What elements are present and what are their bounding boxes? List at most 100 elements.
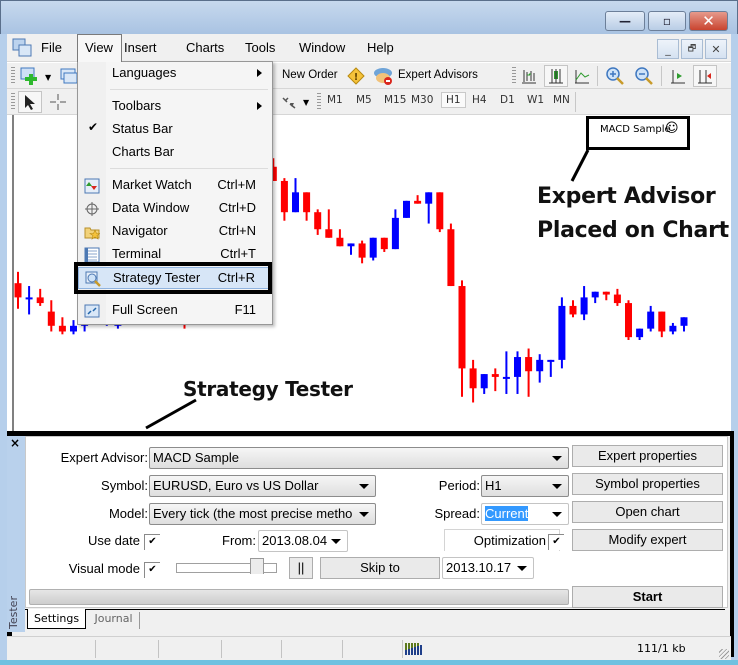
start-button[interactable]: Start: [572, 586, 723, 608]
optimization-checkbox[interactable]: ✔: [548, 534, 564, 550]
candle-bearish: [569, 305, 577, 315]
cursor-arrow-icon[interactable]: [18, 91, 42, 113]
tab-journal[interactable]: Journal: [88, 612, 140, 629]
menu-insert[interactable]: Insert: [124, 40, 157, 55]
menu-shortcut: Ctrl+D: [218, 200, 256, 215]
new-order-button[interactable]: New Order: [282, 69, 338, 81]
menu-item-full-screen[interactable]: Full Screen F11: [78, 300, 272, 322]
tab-settings[interactable]: Settings: [27, 609, 86, 629]
candle-bullish: [502, 376, 510, 379]
dropdown-arrow-icon[interactable]: ▼: [45, 73, 51, 82]
timeframe-w1[interactable]: W1: [527, 94, 544, 106]
menu-item-navigator[interactable]: Navigator Ctrl+N: [78, 221, 272, 243]
spread-value[interactable]: Current: [485, 506, 529, 521]
window-close-button[interactable]: ✕: [689, 11, 728, 31]
menu-item-label: Toolbars: [112, 98, 162, 113]
menu-tools[interactable]: Tools: [245, 40, 275, 55]
zoom-out-icon[interactable]: [634, 66, 654, 86]
mdi-close-button[interactable]: ✕: [705, 39, 727, 59]
menu-item-toolbars[interactable]: Toolbars: [78, 96, 272, 118]
menu-item-status-bar[interactable]: ✔ Status Bar: [78, 119, 272, 141]
candle-bearish: [602, 291, 610, 295]
timeframe-m5[interactable]: M5: [356, 94, 372, 106]
open-chart-button[interactable]: Open chart: [572, 501, 723, 523]
timeframe-m1[interactable]: M1: [327, 94, 343, 106]
submenu-arrow-icon: [257, 69, 262, 77]
menu-charts[interactable]: Charts: [186, 40, 224, 55]
menu-help[interactable]: Help: [367, 40, 394, 55]
menu-file[interactable]: File: [41, 40, 62, 55]
window-frame-left: [0, 34, 7, 665]
skip-to-button[interactable]: Skip to: [320, 557, 440, 579]
toolbar-grip[interactable]: [11, 67, 15, 85]
warning-icon[interactable]: !: [347, 67, 365, 85]
expert-properties-button[interactable]: Expert properties: [572, 445, 723, 467]
candle-bullish: [636, 328, 644, 338]
menu-view[interactable]: View: [77, 34, 122, 62]
modify-expert-button[interactable]: Modify expert: [572, 529, 723, 551]
tester-side-bar[interactable]: × Tester: [7, 436, 25, 632]
close-icon: ✕: [711, 42, 721, 56]
menu-item-market-watch[interactable]: Market Watch Ctrl+M: [78, 175, 272, 197]
timeframe-mn[interactable]: MN: [553, 94, 570, 106]
visual-speed-slider-thumb[interactable]: [249, 558, 264, 574]
candle-bullish: [70, 325, 77, 332]
spread-select[interactable]: Current: [481, 503, 569, 525]
timeframe-h1[interactable]: H1: [441, 92, 466, 108]
toolbar-grip[interactable]: [317, 93, 321, 111]
period-select[interactable]: H1: [481, 475, 569, 497]
auto-scroll-icon[interactable]: [669, 67, 687, 85]
candle-bearish: [280, 180, 288, 213]
visual-mode-checkbox[interactable]: ✔: [144, 562, 160, 578]
new-chart-icon[interactable]: [20, 66, 42, 86]
use-date-checkbox[interactable]: ✔: [144, 534, 160, 550]
menu-item-label: Languages: [112, 65, 177, 80]
timeframe-h4[interactable]: H4: [472, 94, 487, 106]
window-minimize-button[interactable]: —: [605, 11, 645, 31]
menu-window[interactable]: Window: [299, 40, 345, 55]
status-separator: [221, 640, 222, 658]
skip-to-date-picker[interactable]: 2013.10.17: [442, 557, 534, 579]
model-label: Model:: [108, 506, 148, 521]
mdi-restore-button[interactable]: 🗗: [681, 39, 703, 59]
arrows-tool-icon[interactable]: [280, 94, 298, 110]
mdi-minimize-button[interactable]: _: [657, 39, 679, 59]
menu-item-data-window[interactable]: Data Window Ctrl+D: [78, 198, 272, 220]
candle-bullish: [580, 297, 588, 315]
symbol-properties-button[interactable]: Symbol properties: [572, 473, 723, 495]
timeframe-m30[interactable]: M30: [411, 94, 433, 106]
timeframe-m15[interactable]: M15: [384, 94, 406, 106]
timeframe-d1[interactable]: D1: [500, 94, 515, 106]
profiles-icon[interactable]: [60, 67, 78, 85]
candlestick-chart-icon[interactable]: [544, 65, 568, 87]
menu-item-languages[interactable]: Languages: [78, 63, 272, 85]
from-date-picker[interactable]: 2013.08.04: [258, 530, 348, 552]
close-icon: ✕: [702, 12, 715, 30]
menu-separator: [110, 168, 268, 169]
resize-grip[interactable]: [719, 649, 729, 659]
test-progress-bar: [29, 589, 569, 605]
menu-shortcut: F11: [234, 302, 256, 317]
crosshair-icon[interactable]: [49, 93, 67, 111]
skip-to-date-value: 2013.10.17: [446, 560, 512, 575]
bar-chart-icon[interactable]: [520, 67, 538, 85]
symbol-select[interactable]: EURUSD, Euro vs US Dollar: [149, 475, 376, 497]
pause-button[interactable]: ||: [289, 557, 313, 579]
expert-advisors-button[interactable]: Expert Advisors: [398, 69, 478, 81]
toolbar-grip[interactable]: [11, 93, 15, 111]
menu-item-label: Full Screen: [112, 302, 178, 317]
candle-bearish: [469, 368, 477, 389]
menu-item-charts-bar[interactable]: Charts Bar: [78, 142, 272, 164]
window-maximize-button[interactable]: ▫: [648, 11, 686, 31]
zoom-in-icon[interactable]: [605, 66, 625, 86]
expert-advisor-select[interactable]: MACD Sample: [149, 447, 569, 469]
dropdown-arrow-icon[interactable]: ▼: [303, 98, 309, 107]
menu-item-label: Terminal: [112, 246, 162, 261]
tester-close-button[interactable]: ×: [10, 436, 20, 450]
chart-shift-icon[interactable]: [693, 65, 717, 87]
candle-bearish: [436, 192, 444, 230]
model-select[interactable]: Every tick (the most precise metho: [149, 503, 376, 525]
toolbar-grip[interactable]: [512, 67, 516, 85]
line-chart-icon[interactable]: [573, 67, 591, 85]
expert-advisors-icon[interactable]: [373, 66, 395, 86]
